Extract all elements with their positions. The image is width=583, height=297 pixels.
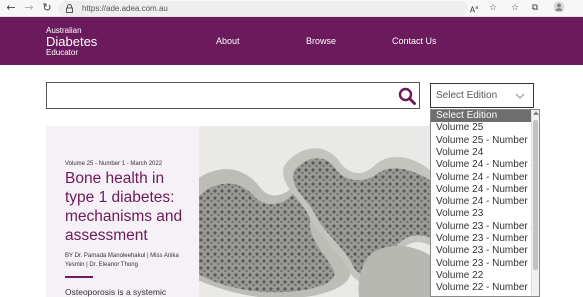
back-icon[interactable]: ← (4, 1, 18, 15)
site-header: Australian Diabetes Educator About Brows… (0, 17, 583, 65)
edition-option[interactable]: Volume 24 - Number 1 (431, 196, 536, 208)
article-teaser: Osteoporosis is a systemic (65, 287, 167, 297)
edition-option[interactable]: Select Edition (431, 110, 532, 122)
edition-option[interactable]: Volume 22 - Number 4 (431, 282, 536, 294)
search-icon[interactable] (398, 87, 416, 105)
article-image (199, 126, 431, 297)
edition-select-value: Select Edition (436, 90, 498, 101)
profile-icon[interactable] (552, 1, 566, 15)
dropdown-scrollbar[interactable] (531, 110, 539, 296)
browser-toolbar: ← → ↻ https://ade.adea.com.au Aa ☆ ☆ ⧉ (0, 0, 583, 17)
scroll-up-icon[interactable] (533, 111, 539, 115)
forward-icon[interactable]: → (22, 1, 36, 15)
edition-option[interactable]: Volume 23 - Number 2 (431, 245, 536, 257)
edition-option[interactable]: Volume 25 (431, 122, 532, 134)
chevron-down-icon (515, 93, 525, 99)
edition-option[interactable]: Volume 24 (431, 147, 532, 159)
article-authors: BY Dr. Pamada Manoleehakul | Miss Anika … (65, 253, 179, 268)
edition-option[interactable]: Volume 23 - Number 4 (431, 221, 536, 233)
logo-line-2: Diabetes (46, 34, 98, 49)
edition-option[interactable]: Volume 22 (431, 270, 532, 282)
refresh-icon[interactable]: ↻ (40, 1, 54, 15)
url-text: https://ade.adea.com.au (82, 4, 168, 13)
edition-option[interactable]: Volume 23 (431, 208, 532, 220)
edition-select[interactable]: Select Edition (430, 83, 534, 108)
nav-browse[interactable]: Browse (306, 36, 336, 47)
article-volume-line: Volume 25 - Number 1 - March 2022 (65, 161, 163, 167)
address-bar[interactable]: https://ade.adea.com.au (58, 1, 468, 16)
favorites-icon[interactable]: ☆ (508, 1, 522, 15)
scrollbar-thumb[interactable] (533, 120, 538, 270)
edition-option[interactable]: Volume 24 - Number 4 (431, 159, 536, 171)
title-divider (65, 276, 93, 278)
favorite-add-icon[interactable]: ☆ (486, 1, 500, 15)
read-aloud-icon[interactable]: Aa (467, 1, 481, 15)
edition-option[interactable]: Volume 23 - Number 1 (431, 258, 536, 270)
edition-dropdown-list[interactable]: Select Edition Volume 25 Volume 25 - Num… (430, 109, 540, 297)
logo-line-3: Educator (46, 48, 79, 57)
edition-option[interactable]: Volume 24 - Number 2 (431, 184, 536, 196)
edition-option[interactable]: Volume 23 - Number 3 (431, 233, 536, 245)
lock-icon (66, 4, 73, 13)
search-input[interactable] (46, 82, 420, 109)
nav-contact-us[interactable]: Contact Us (392, 36, 437, 47)
edition-option[interactable]: Volume 25 - Number 1 (431, 135, 536, 147)
collections-icon[interactable]: ⧉ (528, 1, 542, 15)
edition-option[interactable]: Volume 24 - Number 3 (431, 172, 536, 184)
site-logo[interactable]: Australian Diabetes Educator (46, 26, 97, 57)
nav-about[interactable]: About (216, 36, 240, 47)
article-title[interactable]: Bone health in type 1 diabetes: mechanis… (65, 169, 195, 245)
